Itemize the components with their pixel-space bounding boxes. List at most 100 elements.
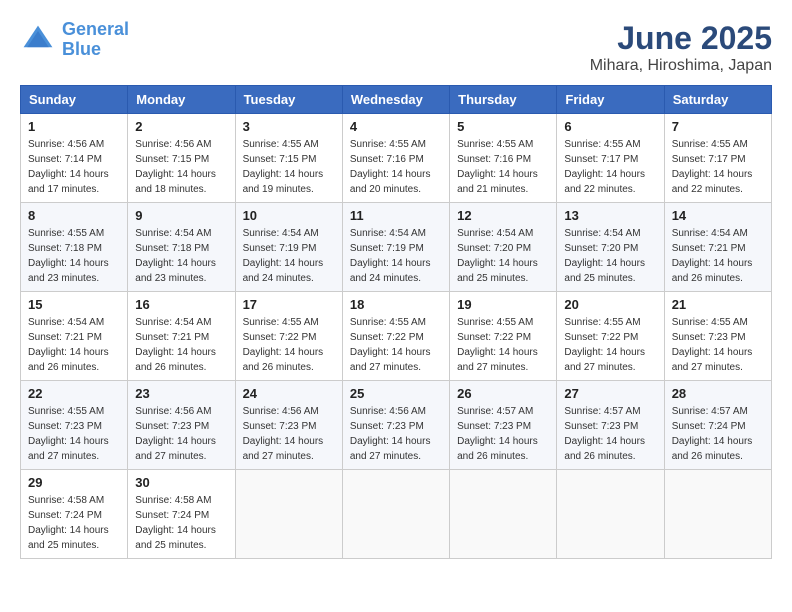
cell-info: Sunrise: 4:56 AMSunset: 7:23 PMDaylight:…	[350, 404, 442, 464]
cell-info: Sunrise: 4:54 AMSunset: 7:21 PMDaylight:…	[28, 315, 120, 375]
calendar-cell: 13 Sunrise: 4:54 AMSunset: 7:20 PMDaylig…	[557, 203, 664, 292]
header: General Blue June 2025 Mihara, Hiroshima…	[20, 20, 772, 75]
calendar-cell: 7 Sunrise: 4:55 AMSunset: 7:17 PMDayligh…	[664, 114, 771, 203]
calendar-cell	[450, 470, 557, 559]
cell-info: Sunrise: 4:57 AMSunset: 7:24 PMDaylight:…	[672, 404, 764, 464]
cell-info: Sunrise: 4:55 AMSunset: 7:18 PMDaylight:…	[28, 226, 120, 286]
day-number: 26	[457, 386, 549, 401]
day-number: 12	[457, 208, 549, 223]
calendar-cell: 5 Sunrise: 4:55 AMSunset: 7:16 PMDayligh…	[450, 114, 557, 203]
logo-text: General Blue	[62, 20, 129, 60]
day-number: 1	[28, 119, 120, 134]
day-number: 13	[564, 208, 656, 223]
month-title: June 2025	[590, 20, 772, 57]
calendar-cell: 14 Sunrise: 4:54 AMSunset: 7:21 PMDaylig…	[664, 203, 771, 292]
cell-info: Sunrise: 4:57 AMSunset: 7:23 PMDaylight:…	[457, 404, 549, 464]
cell-info: Sunrise: 4:55 AMSunset: 7:16 PMDaylight:…	[457, 137, 549, 197]
cell-info: Sunrise: 4:54 AMSunset: 7:21 PMDaylight:…	[135, 315, 227, 375]
day-number: 10	[243, 208, 335, 223]
cell-info: Sunrise: 4:54 AMSunset: 7:19 PMDaylight:…	[350, 226, 442, 286]
location-title: Mihara, Hiroshima, Japan	[590, 57, 772, 75]
calendar-cell: 4 Sunrise: 4:55 AMSunset: 7:16 PMDayligh…	[342, 114, 449, 203]
day-number: 14	[672, 208, 764, 223]
day-number: 23	[135, 386, 227, 401]
day-number: 18	[350, 297, 442, 312]
day-number: 9	[135, 208, 227, 223]
calendar-cell: 25 Sunrise: 4:56 AMSunset: 7:23 PMDaylig…	[342, 381, 449, 470]
calendar-cell: 15 Sunrise: 4:54 AMSunset: 7:21 PMDaylig…	[21, 292, 128, 381]
title-area: June 2025 Mihara, Hiroshima, Japan	[590, 20, 772, 75]
day-number: 17	[243, 297, 335, 312]
day-number: 21	[672, 297, 764, 312]
calendar-cell: 27 Sunrise: 4:57 AMSunset: 7:23 PMDaylig…	[557, 381, 664, 470]
cell-info: Sunrise: 4:55 AMSunset: 7:16 PMDaylight:…	[350, 137, 442, 197]
calendar-cell: 20 Sunrise: 4:55 AMSunset: 7:22 PMDaylig…	[557, 292, 664, 381]
calendar-cell: 24 Sunrise: 4:56 AMSunset: 7:23 PMDaylig…	[235, 381, 342, 470]
day-number: 6	[564, 119, 656, 134]
day-number: 8	[28, 208, 120, 223]
cell-info: Sunrise: 4:54 AMSunset: 7:20 PMDaylight:…	[564, 226, 656, 286]
cell-info: Sunrise: 4:54 AMSunset: 7:21 PMDaylight:…	[672, 226, 764, 286]
day-number: 7	[672, 119, 764, 134]
cell-info: Sunrise: 4:55 AMSunset: 7:22 PMDaylight:…	[243, 315, 335, 375]
day-number: 29	[28, 475, 120, 490]
day-number: 24	[243, 386, 335, 401]
weekday-tuesday: Tuesday	[235, 86, 342, 114]
calendar-cell: 6 Sunrise: 4:55 AMSunset: 7:17 PMDayligh…	[557, 114, 664, 203]
cell-info: Sunrise: 4:54 AMSunset: 7:19 PMDaylight:…	[243, 226, 335, 286]
cell-info: Sunrise: 4:56 AMSunset: 7:15 PMDaylight:…	[135, 137, 227, 197]
week-row-4: 22 Sunrise: 4:55 AMSunset: 7:23 PMDaylig…	[21, 381, 772, 470]
day-number: 16	[135, 297, 227, 312]
day-number: 25	[350, 386, 442, 401]
weekday-sunday: Sunday	[21, 86, 128, 114]
logo-line2: Blue	[62, 39, 101, 59]
day-number: 30	[135, 475, 227, 490]
cell-info: Sunrise: 4:56 AMSunset: 7:14 PMDaylight:…	[28, 137, 120, 197]
cell-info: Sunrise: 4:58 AMSunset: 7:24 PMDaylight:…	[135, 493, 227, 553]
day-number: 4	[350, 119, 442, 134]
weekday-header-row: SundayMondayTuesdayWednesdayThursdayFrid…	[21, 86, 772, 114]
calendar-cell: 19 Sunrise: 4:55 AMSunset: 7:22 PMDaylig…	[450, 292, 557, 381]
weekday-saturday: Saturday	[664, 86, 771, 114]
logo-icon	[20, 22, 56, 58]
calendar-cell: 11 Sunrise: 4:54 AMSunset: 7:19 PMDaylig…	[342, 203, 449, 292]
cell-info: Sunrise: 4:54 AMSunset: 7:20 PMDaylight:…	[457, 226, 549, 286]
cell-info: Sunrise: 4:56 AMSunset: 7:23 PMDaylight:…	[243, 404, 335, 464]
day-number: 2	[135, 119, 227, 134]
calendar-cell: 16 Sunrise: 4:54 AMSunset: 7:21 PMDaylig…	[128, 292, 235, 381]
day-number: 22	[28, 386, 120, 401]
logo-line1: General	[62, 19, 129, 39]
cell-info: Sunrise: 4:55 AMSunset: 7:22 PMDaylight:…	[350, 315, 442, 375]
calendar-cell: 9 Sunrise: 4:54 AMSunset: 7:18 PMDayligh…	[128, 203, 235, 292]
calendar-cell: 17 Sunrise: 4:55 AMSunset: 7:22 PMDaylig…	[235, 292, 342, 381]
calendar-cell: 10 Sunrise: 4:54 AMSunset: 7:19 PMDaylig…	[235, 203, 342, 292]
cell-info: Sunrise: 4:55 AMSunset: 7:23 PMDaylight:…	[672, 315, 764, 375]
cell-info: Sunrise: 4:55 AMSunset: 7:22 PMDaylight:…	[564, 315, 656, 375]
weekday-friday: Friday	[557, 86, 664, 114]
cell-info: Sunrise: 4:55 AMSunset: 7:22 PMDaylight:…	[457, 315, 549, 375]
week-row-1: 1 Sunrise: 4:56 AMSunset: 7:14 PMDayligh…	[21, 114, 772, 203]
day-number: 27	[564, 386, 656, 401]
calendar-cell	[342, 470, 449, 559]
cell-info: Sunrise: 4:55 AMSunset: 7:17 PMDaylight:…	[564, 137, 656, 197]
day-number: 20	[564, 297, 656, 312]
logo: General Blue	[20, 20, 129, 60]
day-number: 3	[243, 119, 335, 134]
calendar-cell: 29 Sunrise: 4:58 AMSunset: 7:24 PMDaylig…	[21, 470, 128, 559]
calendar-cell: 2 Sunrise: 4:56 AMSunset: 7:15 PMDayligh…	[128, 114, 235, 203]
week-row-5: 29 Sunrise: 4:58 AMSunset: 7:24 PMDaylig…	[21, 470, 772, 559]
cell-info: Sunrise: 4:56 AMSunset: 7:23 PMDaylight:…	[135, 404, 227, 464]
cell-info: Sunrise: 4:55 AMSunset: 7:17 PMDaylight:…	[672, 137, 764, 197]
weekday-monday: Monday	[128, 86, 235, 114]
calendar-cell	[235, 470, 342, 559]
cell-info: Sunrise: 4:55 AMSunset: 7:15 PMDaylight:…	[243, 137, 335, 197]
cell-info: Sunrise: 4:57 AMSunset: 7:23 PMDaylight:…	[564, 404, 656, 464]
day-number: 5	[457, 119, 549, 134]
weekday-wednesday: Wednesday	[342, 86, 449, 114]
calendar-cell	[664, 470, 771, 559]
calendar-cell: 23 Sunrise: 4:56 AMSunset: 7:23 PMDaylig…	[128, 381, 235, 470]
cell-info: Sunrise: 4:55 AMSunset: 7:23 PMDaylight:…	[28, 404, 120, 464]
calendar-cell: 3 Sunrise: 4:55 AMSunset: 7:15 PMDayligh…	[235, 114, 342, 203]
week-row-3: 15 Sunrise: 4:54 AMSunset: 7:21 PMDaylig…	[21, 292, 772, 381]
day-number: 28	[672, 386, 764, 401]
